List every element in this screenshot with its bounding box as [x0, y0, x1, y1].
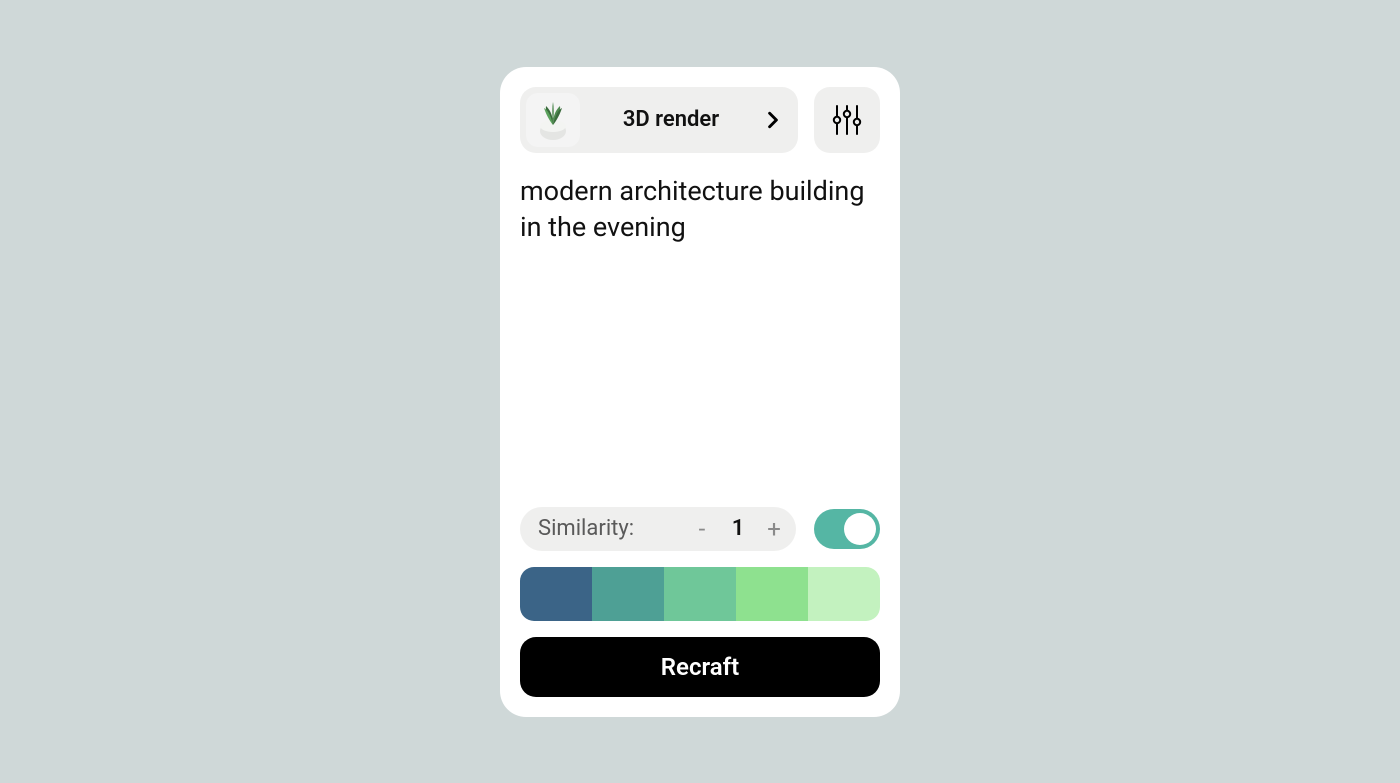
- recraft-button[interactable]: Recraft: [520, 637, 880, 697]
- generation-panel: 3D render modern architecture building i…: [500, 67, 900, 717]
- prompt-text[interactable]: modern architecture building in the even…: [520, 173, 880, 497]
- similarity-increment[interactable]: +: [758, 513, 790, 545]
- palette-swatch-5[interactable]: [808, 567, 880, 621]
- toggle-knob: [844, 513, 876, 545]
- controls-row: Similarity: - 1 +: [520, 507, 880, 551]
- color-palette: [520, 567, 880, 621]
- sliders-icon: [830, 103, 864, 137]
- similarity-label: Similarity:: [538, 516, 634, 541]
- similarity-stepper: Similarity: - 1 +: [520, 507, 796, 551]
- palette-swatch-1[interactable]: [520, 567, 592, 621]
- palette-swatch-4[interactable]: [736, 567, 808, 621]
- style-selector[interactable]: 3D render: [520, 87, 798, 153]
- similarity-decrement[interactable]: -: [686, 513, 718, 545]
- similarity-value: 1: [724, 516, 752, 541]
- chevron-right-icon: [762, 109, 784, 131]
- palette-swatch-2[interactable]: [592, 567, 664, 621]
- settings-button[interactable]: [814, 87, 880, 153]
- top-row: 3D render: [520, 87, 880, 153]
- palette-toggle[interactable]: [814, 509, 880, 549]
- palette-swatch-3[interactable]: [664, 567, 736, 621]
- plant-pot-icon: [531, 98, 575, 142]
- style-label: 3D render: [594, 107, 748, 132]
- style-thumbnail: [526, 93, 580, 147]
- stepper: - 1 +: [634, 513, 790, 545]
